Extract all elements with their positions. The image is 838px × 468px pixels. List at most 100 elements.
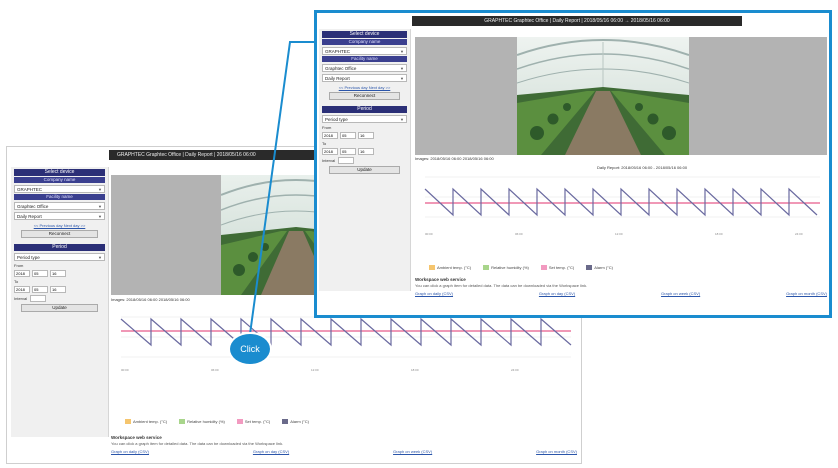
series-line (120, 317, 572, 347)
front-window: GRAPHTEC Graphtec Office | Daily Report … (314, 10, 832, 318)
footer-link[interactable]: Graph on month (CSV) (536, 449, 577, 454)
from-year-select[interactable]: 2018 (322, 132, 338, 139)
footer-description: You can click a graph item for detailed … (415, 283, 588, 288)
reconnect-button[interactable]: Reconnect (21, 230, 98, 238)
from-month-select[interactable]: 05 (340, 132, 356, 139)
chevron-down-icon: ▼ (98, 187, 102, 192)
back-legend: Ambient temp. (°C) Relative humidity (%)… (125, 419, 309, 424)
legend-item[interactable]: Relative humidity (%) (179, 419, 225, 424)
report-select[interactable]: Daily Report ▼ (14, 212, 105, 220)
back-sidebar: Select device Company name GRAPHTEC ▼ Fac… (11, 167, 109, 437)
day-nav-links[interactable]: << Previous day Next day >> (319, 85, 410, 90)
select-device-title: Select device (14, 169, 105, 176)
x-axis-ticks: 00:00 06:00 12:00 18:00 24:00 (425, 232, 803, 236)
to-day-select[interactable]: 16 (50, 286, 66, 293)
front-footer: Workspace web service You can click a gr… (415, 277, 827, 296)
company-select[interactable]: GRAPHTEC ▼ (14, 185, 105, 193)
report-select[interactable]: Daily Report ▼ (322, 74, 407, 82)
from-day-select[interactable]: 16 (50, 270, 66, 277)
from-label: From (14, 263, 24, 268)
front-chart[interactable]: 00:00 06:00 12:00 18:00 24:00 (415, 163, 827, 245)
interval-label: Interval (322, 158, 336, 163)
facility-name-label: Facility name (322, 56, 407, 62)
period-title: Period (14, 244, 105, 251)
facility-select[interactable]: Graphtec Office ▼ (14, 202, 105, 210)
svg-text:12:00: 12:00 (311, 368, 319, 372)
svg-text:06:00: 06:00 (515, 232, 523, 236)
update-button[interactable]: Update (21, 304, 98, 312)
period-type-select[interactable]: Period type ▼ (14, 253, 105, 261)
interval-label: Interval (14, 296, 28, 301)
period-title: Period (322, 106, 407, 113)
svg-text:12:00: 12:00 (615, 232, 623, 236)
series-line (424, 187, 818, 217)
footer-link[interactable]: Graph on daily (CSV) (111, 449, 149, 454)
legend-item[interactable]: Alarm (°C) (282, 419, 309, 424)
svg-text:18:00: 18:00 (715, 232, 723, 236)
click-callout: Click (230, 334, 270, 364)
greenhouse-photo[interactable] (517, 37, 689, 155)
chevron-down-icon: ▼ (400, 117, 404, 122)
footer-link[interactable]: Graph on day (CSV) (539, 291, 575, 296)
footer-link[interactable]: Graph on week (CSV) (393, 449, 432, 454)
svg-text:18:00: 18:00 (411, 368, 419, 372)
company-name-label: Company name (322, 39, 407, 45)
chevron-down-icon: ▼ (98, 255, 102, 260)
from-year-select[interactable]: 2018 (14, 270, 30, 277)
footer-description: You can click a graph item for detailed … (111, 441, 284, 446)
from-day-select[interactable]: 16 (358, 132, 374, 139)
chevron-down-icon: ▼ (98, 204, 102, 209)
legend-item[interactable]: Alarm (°C) (586, 265, 613, 270)
legend-item[interactable]: Ambient temp. (°C) (125, 419, 167, 424)
footer-links: Graph on daily (CSV) Graph on day (CSV) … (111, 449, 577, 454)
legend-item[interactable]: Set temp. (°C) (540, 265, 574, 270)
chart-grid (121, 316, 571, 358)
reconnect-button[interactable]: Reconnect (329, 92, 400, 100)
image-caption: Images: 2018/05/16 06:00 2018/05/16 06:0… (415, 156, 494, 161)
to-label: To (322, 141, 327, 146)
to-month-select[interactable]: 05 (340, 148, 356, 155)
interval-select[interactable] (30, 295, 46, 302)
chevron-down-icon: ▼ (98, 214, 102, 219)
from-month-select[interactable]: 05 (32, 270, 48, 277)
select-device-title: Select device (322, 31, 407, 38)
svg-text:24:00: 24:00 (511, 368, 519, 372)
back-footer: Workspace web service You can click a gr… (111, 435, 577, 454)
svg-text:24:00: 24:00 (795, 232, 803, 236)
front-camera-panel (415, 37, 827, 155)
company-name-label: Company name (14, 177, 105, 183)
chevron-down-icon: ▼ (400, 49, 404, 54)
day-nav-links[interactable]: << Previous day Next day >> (11, 223, 108, 228)
x-axis-ticks: 00:00 06:00 12:00 18:00 24:00 (121, 368, 519, 372)
period-type-select[interactable]: Period type ▼ (322, 115, 407, 123)
footer-link[interactable]: Graph on day (CSV) (253, 449, 289, 454)
to-day-select[interactable]: 16 (358, 148, 374, 155)
front-sidebar: Select device Company name GRAPHTEC ▼ Fac… (319, 29, 411, 291)
update-button[interactable]: Update (329, 166, 400, 174)
image-caption: Images: 2018/05/16 06:00 2018/05/16 06:0… (111, 297, 190, 302)
footer-title: Workspace web service (111, 435, 162, 440)
interval-select[interactable] (338, 157, 354, 164)
to-month-select[interactable]: 05 (32, 286, 48, 293)
front-titlebar: GRAPHTEC Graphtec Office | Daily Report … (317, 13, 829, 29)
legend-item[interactable]: Relative humidity (%) (483, 265, 529, 270)
chevron-down-icon: ▼ (400, 76, 404, 81)
to-label: To (14, 279, 19, 284)
legend-item[interactable]: Set temp. (°C) (236, 419, 270, 424)
footer-link[interactable]: Graph on week (CSV) (661, 291, 700, 296)
footer-links: Graph on daily (CSV) Graph on day (CSV) … (415, 291, 827, 296)
svg-text:00:00: 00:00 (425, 232, 433, 236)
company-select[interactable]: GRAPHTEC ▼ (322, 47, 407, 55)
to-year-select[interactable]: 2018 (322, 148, 338, 155)
facility-select[interactable]: Graphtec Office ▼ (322, 64, 407, 72)
footer-link[interactable]: Graph on daily (CSV) (415, 291, 453, 296)
footer-title: Workspace web service (415, 277, 466, 282)
from-label: From (322, 125, 332, 130)
facility-name-label: Facility name (14, 194, 105, 200)
front-legend: Ambient temp. (°C) Relative humidity (%)… (429, 265, 613, 270)
screenshot-stage: GRAPHTEC Graphtec Office | Daily Report … (0, 0, 838, 468)
to-year-select[interactable]: 2018 (14, 286, 30, 293)
front-window-title: GRAPHTEC Graphtec Office | Daily Report … (412, 16, 742, 26)
legend-item[interactable]: Ambient temp. (°C) (429, 265, 471, 270)
footer-link[interactable]: Graph on month (CSV) (786, 291, 827, 296)
